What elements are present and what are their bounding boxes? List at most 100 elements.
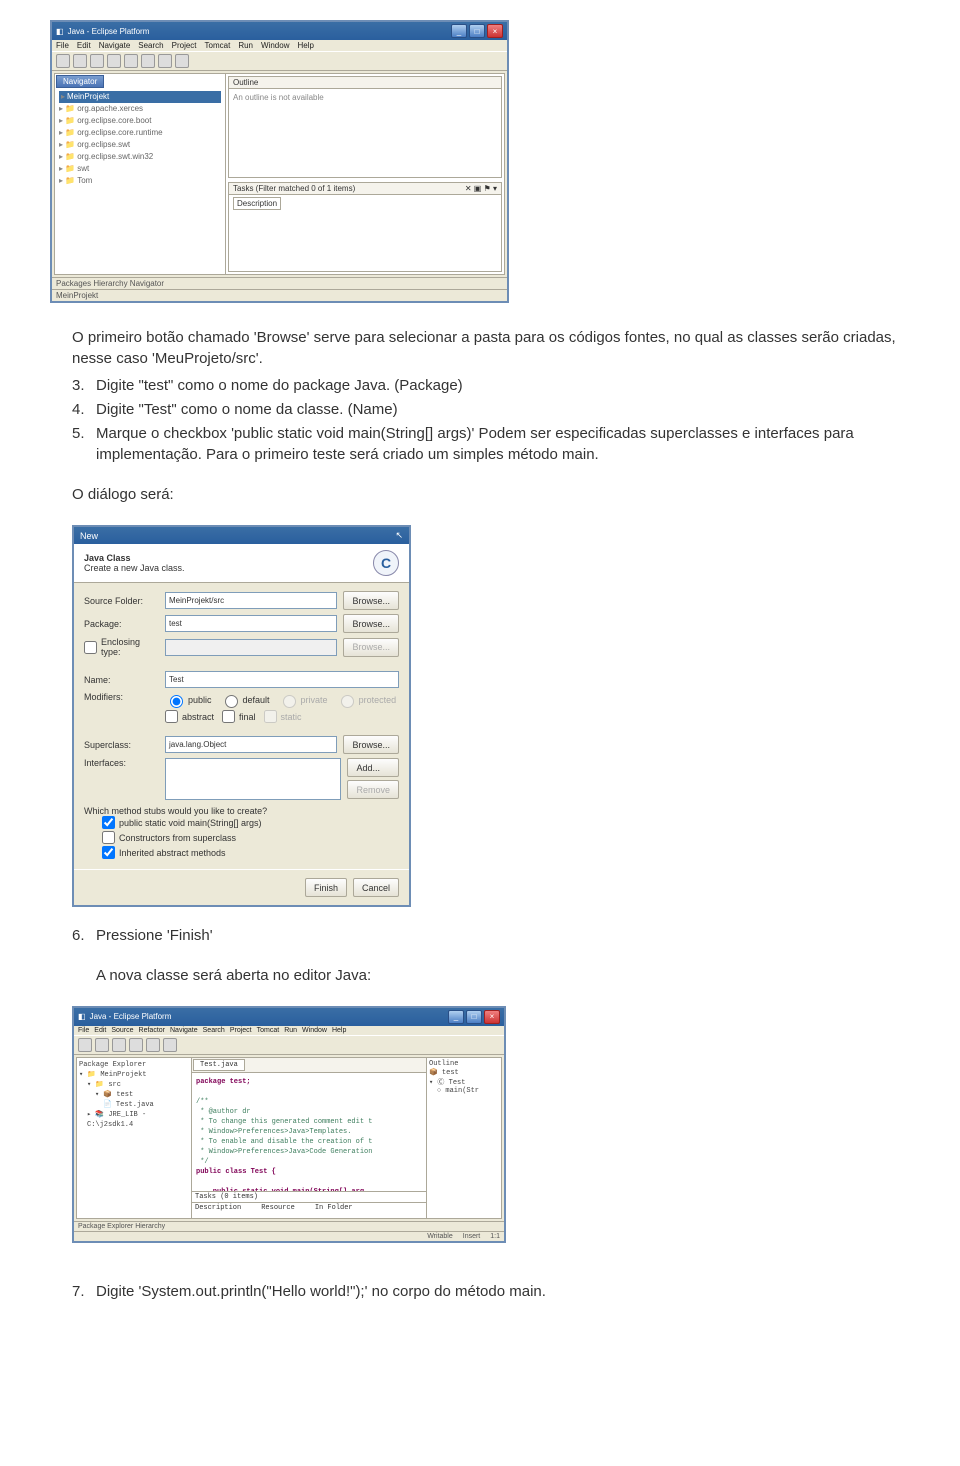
menu-source[interactable]: Source bbox=[111, 1027, 133, 1034]
outline-item[interactable]: ○ main(Str bbox=[429, 1087, 499, 1095]
toolbar-icon[interactable] bbox=[78, 1038, 92, 1052]
menu-file[interactable]: File bbox=[78, 1027, 89, 1034]
menu-refactor[interactable]: Refactor bbox=[139, 1027, 165, 1034]
close-button[interactable]: × bbox=[484, 1010, 500, 1024]
navigator-panel: Navigator ▸MeinProjekt ▸ 📁org.apache.xer… bbox=[55, 74, 226, 274]
banner-desc: Create a new Java class. bbox=[84, 563, 185, 573]
checkbox-constructors[interactable]: Constructors from superclass bbox=[102, 831, 399, 844]
pkg-package[interactable]: ▾ 📦 test bbox=[79, 1090, 189, 1100]
code-editor[interactable]: package test; /** * @author dr * To chan… bbox=[192, 1073, 426, 1191]
toolbar-icon[interactable] bbox=[95, 1038, 109, 1052]
pkg-jre[interactable]: ▸ 📚 JRE_LIB - C:\j2sdk1.4 bbox=[79, 1110, 189, 1130]
menu-tomcat[interactable]: Tomcat bbox=[205, 41, 231, 50]
menu-search[interactable]: Search bbox=[203, 1027, 225, 1034]
input-superclass[interactable]: java.lang.Object bbox=[165, 736, 337, 753]
menu-navigate[interactable]: Navigate bbox=[170, 1027, 198, 1034]
editor-tab[interactable]: Test.java bbox=[193, 1059, 245, 1071]
radio-private: private bbox=[278, 692, 328, 708]
menu-search[interactable]: Search bbox=[138, 41, 163, 50]
status-left: Packages Hierarchy Navigator bbox=[56, 279, 164, 288]
outline-title: Outline bbox=[233, 78, 258, 87]
input-name[interactable]: Test bbox=[165, 671, 399, 688]
nav-item[interactable]: ▸ 📁Tom bbox=[59, 175, 221, 187]
radio-public[interactable]: public bbox=[165, 692, 212, 708]
checkbox-enclosing-type[interactable] bbox=[84, 641, 97, 654]
browse-source-button[interactable]: Browse... bbox=[343, 591, 399, 610]
toolbar-icon[interactable] bbox=[158, 54, 172, 68]
description-tab[interactable]: Description bbox=[233, 197, 281, 210]
menu-run[interactable]: Run bbox=[238, 41, 253, 50]
outline-item[interactable]: 📦 test bbox=[429, 1068, 499, 1077]
outline-panel: Outline 📦 test ▾ Ⓒ Test ○ main(Str bbox=[426, 1058, 501, 1218]
tasks-view: Tasks (0 items) Description Resource In … bbox=[192, 1191, 426, 1218]
outline-empty: An outline is not available bbox=[233, 93, 324, 102]
radio-protected: protected bbox=[336, 692, 397, 708]
interfaces-list[interactable] bbox=[165, 758, 341, 800]
step-5: 5. Marque o checkbox 'public static void… bbox=[72, 423, 920, 467]
finish-button[interactable]: Finish bbox=[305, 878, 347, 897]
checkbox-final[interactable]: final bbox=[222, 710, 256, 723]
window-titlebar: ◧ Java - Eclipse Platform _ □ × bbox=[74, 1008, 504, 1026]
nav-item[interactable]: ▸ 📁org.eclipse.swt bbox=[59, 139, 221, 151]
nav-item[interactable]: ▸ 📁org.eclipse.core.runtime bbox=[59, 127, 221, 139]
tasks-toolbar-icons[interactable]: ✕ ▣ ⚑ ▾ bbox=[465, 184, 497, 193]
checkbox-abstract[interactable]: abstract bbox=[165, 710, 214, 723]
window-titlebar: ◧ Java - Eclipse Platform _ □ × bbox=[52, 22, 507, 40]
menubar: File Edit Navigate Search Project Tomcat… bbox=[52, 40, 507, 51]
menu-run[interactable]: Run bbox=[284, 1027, 297, 1034]
minimize-button[interactable]: _ bbox=[451, 24, 467, 38]
toolbar-icon[interactable] bbox=[90, 54, 104, 68]
cancel-button[interactable]: Cancel bbox=[353, 878, 399, 897]
toolbar-icon[interactable] bbox=[112, 1038, 126, 1052]
toolbar-icon[interactable] bbox=[146, 1038, 160, 1052]
tasks-panel: Tasks (Filter matched 0 of 1 items) ✕ ▣ … bbox=[228, 182, 502, 272]
toolbar-icon[interactable] bbox=[163, 1038, 177, 1052]
toolbar-icon[interactable] bbox=[129, 1038, 143, 1052]
toolbar-icon[interactable] bbox=[124, 54, 138, 68]
checkbox-inherited[interactable]: Inherited abstract methods bbox=[102, 846, 399, 859]
app-icon: ◧ bbox=[78, 1012, 86, 1021]
menu-project[interactable]: Project bbox=[230, 1027, 252, 1034]
toolbar-icon[interactable] bbox=[175, 54, 189, 68]
browse-package-button[interactable]: Browse... bbox=[343, 614, 399, 633]
pkg-src[interactable]: ▾ 📁 src bbox=[79, 1080, 189, 1090]
nav-item[interactable]: ▸ 📁org.eclipse.swt.win32 bbox=[59, 151, 221, 163]
input-package[interactable]: test bbox=[165, 615, 337, 632]
input-source-folder[interactable]: MeinProjekt/src bbox=[165, 592, 337, 609]
menu-window[interactable]: Window bbox=[302, 1027, 327, 1034]
menu-edit[interactable]: Edit bbox=[94, 1027, 106, 1034]
menu-help[interactable]: Help bbox=[297, 41, 313, 50]
navigator-tab[interactable]: Navigator bbox=[56, 75, 104, 88]
nav-item[interactable]: ▸ 📁swt bbox=[59, 163, 221, 175]
outline-item[interactable]: ▾ Ⓒ Test bbox=[429, 1077, 499, 1087]
intro-text: O primeiro botão chamado 'Browse' serve … bbox=[72, 327, 920, 369]
toolbar-icon[interactable] bbox=[56, 54, 70, 68]
nav-item[interactable]: ▸ 📁org.eclipse.core.boot bbox=[59, 115, 221, 127]
close-button[interactable]: × bbox=[487, 24, 503, 38]
window-title: Java - Eclipse Platform bbox=[90, 1012, 172, 1021]
label-superclass: Superclass: bbox=[84, 740, 159, 750]
menu-window[interactable]: Window bbox=[261, 41, 289, 50]
toolbar-icon[interactable] bbox=[107, 54, 121, 68]
toolbar-icon[interactable] bbox=[141, 54, 155, 68]
menu-project[interactable]: Project bbox=[172, 41, 197, 50]
statusbar: Packages Hierarchy Navigator bbox=[52, 277, 507, 289]
menu-navigate[interactable]: Navigate bbox=[99, 41, 131, 50]
menu-edit[interactable]: Edit bbox=[77, 41, 91, 50]
menu-help[interactable]: Help bbox=[332, 1027, 346, 1034]
toolbar-icon[interactable] bbox=[73, 54, 87, 68]
checkbox-main-method[interactable]: public static void main(String[] args) bbox=[102, 816, 399, 829]
step-4: 4. Digite "Test" como o nome da classe. … bbox=[72, 399, 920, 421]
browse-superclass-button[interactable]: Browse... bbox=[343, 735, 399, 754]
maximize-button[interactable]: □ bbox=[469, 24, 485, 38]
nav-item[interactable]: ▸ 📁org.apache.xerces bbox=[59, 103, 221, 115]
menu-tomcat[interactable]: Tomcat bbox=[257, 1027, 280, 1034]
minimize-button[interactable]: _ bbox=[448, 1010, 464, 1024]
maximize-button[interactable]: □ bbox=[466, 1010, 482, 1024]
add-interface-button[interactable]: Add... bbox=[347, 758, 399, 777]
nav-project-root[interactable]: ▸MeinProjekt bbox=[59, 91, 221, 103]
pkg-root[interactable]: ▾ 📁 MeinProjekt bbox=[79, 1070, 189, 1080]
radio-default[interactable]: default bbox=[220, 692, 270, 708]
menu-file[interactable]: File bbox=[56, 41, 69, 50]
pkg-file[interactable]: 📄 Test.java bbox=[79, 1100, 189, 1110]
